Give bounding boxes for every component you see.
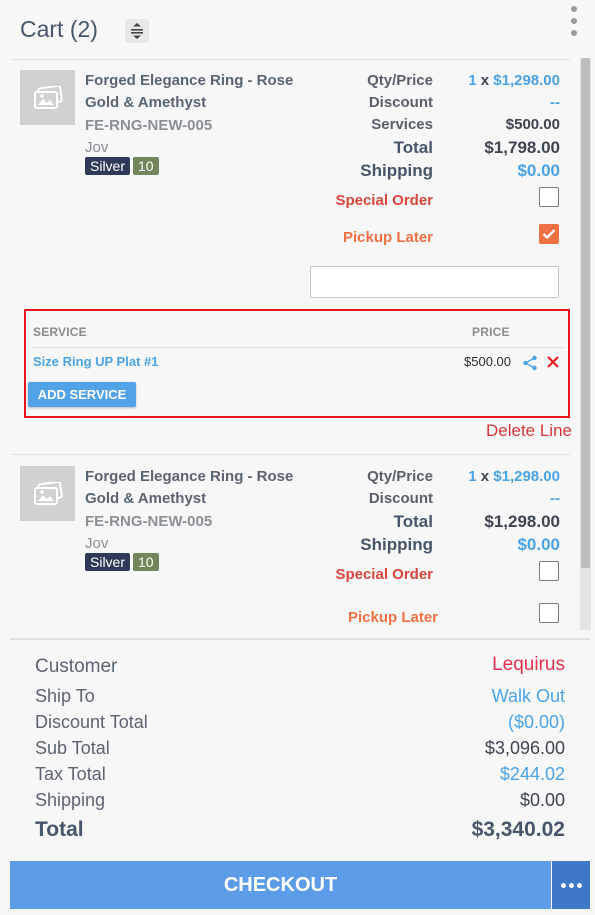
scrollbar-thumb[interactable]: [581, 58, 590, 568]
size-badge: 10: [133, 553, 159, 571]
customer-label: Customer: [35, 656, 118, 677]
sub-total-label: Sub Total: [35, 738, 110, 758]
share-icon[interactable]: [522, 355, 538, 371]
product-sku: FE-RNG-NEW-005: [85, 513, 213, 530]
metal-badge: Silver: [85, 157, 131, 175]
pickup-later-label: Pickup Later: [342, 229, 433, 246]
discount-value[interactable]: --: [442, 490, 560, 507]
price-value[interactable]: $1,298.00: [493, 468, 560, 485]
product-vendor: Jov: [85, 535, 109, 552]
delete-line-link[interactable]: Delete Line: [452, 421, 572, 441]
qty-value[interactable]: 1: [468, 72, 476, 89]
qty-price-value: 1 x $1,298.00: [442, 468, 560, 485]
qty-price-label: Qty/Price: [367, 72, 433, 89]
qty-price-value: 1 x $1,298.00: [442, 72, 560, 89]
product-name[interactable]: Forged Elegance Ring - Rose Gold & Ameth…: [85, 70, 305, 114]
qty-price-label: Qty/Price: [367, 468, 433, 485]
product-thumbnail[interactable]: [20, 466, 75, 521]
customer-value[interactable]: Lequirus: [380, 654, 565, 676]
special-order-label: Special Order: [335, 192, 433, 209]
total-label: Total: [393, 512, 433, 531]
checkout-button[interactable]: CHECKOUT: [10, 861, 551, 909]
discount-total-label: Discount Total: [35, 712, 148, 732]
grand-total-value: $3,340.02: [471, 818, 565, 841]
qty-separator: x: [476, 72, 494, 89]
product-vendor: Jov: [85, 139, 109, 156]
total-value: $1,298.00: [484, 512, 560, 531]
line-note-input[interactable]: [310, 266, 559, 298]
total-label: Total: [393, 138, 433, 157]
scrollbar[interactable]: [580, 58, 591, 630]
image-placeholder-icon: [33, 85, 63, 109]
metal-badge: Silver: [85, 553, 131, 571]
image-placeholder-icon: [33, 481, 63, 505]
discount-total-value[interactable]: ($0.00): [380, 712, 565, 733]
price-column-header: PRICE: [472, 325, 510, 339]
divider: [10, 638, 590, 640]
cart-line-item: Forged Elegance Ring - Rose Gold & Ameth…: [12, 454, 570, 630]
price-value[interactable]: $1,298.00: [493, 72, 560, 89]
cart-line-item: Forged Elegance Ring - Rose Gold & Ameth…: [12, 58, 572, 448]
size-badge: 10: [133, 157, 159, 175]
collapse-vertical-icon: [131, 23, 143, 39]
shipping-label: Shipping: [360, 161, 433, 180]
more-horizontal-icon[interactable]: [552, 861, 590, 909]
qty-value[interactable]: 1: [468, 468, 476, 485]
grand-total-label: Total: [35, 818, 84, 841]
product-name[interactable]: Forged Elegance Ring - Rose Gold & Ameth…: [85, 466, 305, 510]
pickup-later-label: Pickup Later: [347, 609, 438, 626]
ship-to-value[interactable]: Walk Out: [380, 686, 565, 707]
service-price: $500.00: [464, 354, 511, 369]
cart-lines-scroll[interactable]: Forged Elegance Ring - Rose Gold & Ameth…: [0, 58, 580, 630]
pickup-later-checkbox[interactable]: [539, 603, 559, 623]
special-order-label: Special Order: [335, 566, 433, 583]
discount-label: Discount: [368, 490, 433, 507]
total-value: $1,798.00: [484, 138, 560, 157]
special-order-checkbox[interactable]: [539, 187, 559, 207]
divider: [32, 347, 564, 348]
summary-shipping-value: $0.00: [519, 790, 565, 810]
product-sku: FE-RNG-NEW-005: [85, 117, 213, 134]
summary-shipping-label: Shipping: [35, 790, 106, 810]
cart-header: Cart (2): [0, 0, 595, 58]
ship-to-label: Ship To: [35, 686, 95, 706]
qty-separator: x: [476, 468, 494, 485]
close-icon[interactable]: [545, 354, 561, 370]
service-panel: SERVICE PRICE Size Ring UP Plat #1 $500.…: [24, 309, 570, 418]
cart-title: Cart (2): [20, 16, 98, 42]
shipping-value[interactable]: $0.00: [442, 535, 560, 555]
service-column-header: SERVICE: [33, 325, 87, 339]
discount-label: Discount: [368, 94, 433, 111]
sub-total-value: $3,096.00: [484, 738, 565, 758]
services-label: Services: [371, 116, 433, 133]
service-name-link[interactable]: Size Ring UP Plat #1: [33, 354, 158, 369]
shipping-label: Shipping: [360, 535, 433, 554]
product-thumbnail[interactable]: [20, 70, 75, 125]
collapse-toggle-button[interactable]: [125, 19, 149, 43]
shipping-value[interactable]: $0.00: [442, 161, 560, 181]
add-service-button[interactable]: ADD SERVICE: [28, 382, 136, 407]
tax-total-value[interactable]: $244.02: [380, 764, 565, 785]
checkmark-icon: [542, 229, 556, 240]
tax-total-label: Tax Total: [35, 764, 106, 784]
kebab-menu-icon[interactable]: [568, 6, 580, 36]
services-value: $500.00: [505, 116, 560, 133]
pickup-later-checkbox[interactable]: [539, 224, 559, 244]
special-order-checkbox[interactable]: [539, 561, 559, 581]
discount-value[interactable]: --: [442, 94, 560, 111]
